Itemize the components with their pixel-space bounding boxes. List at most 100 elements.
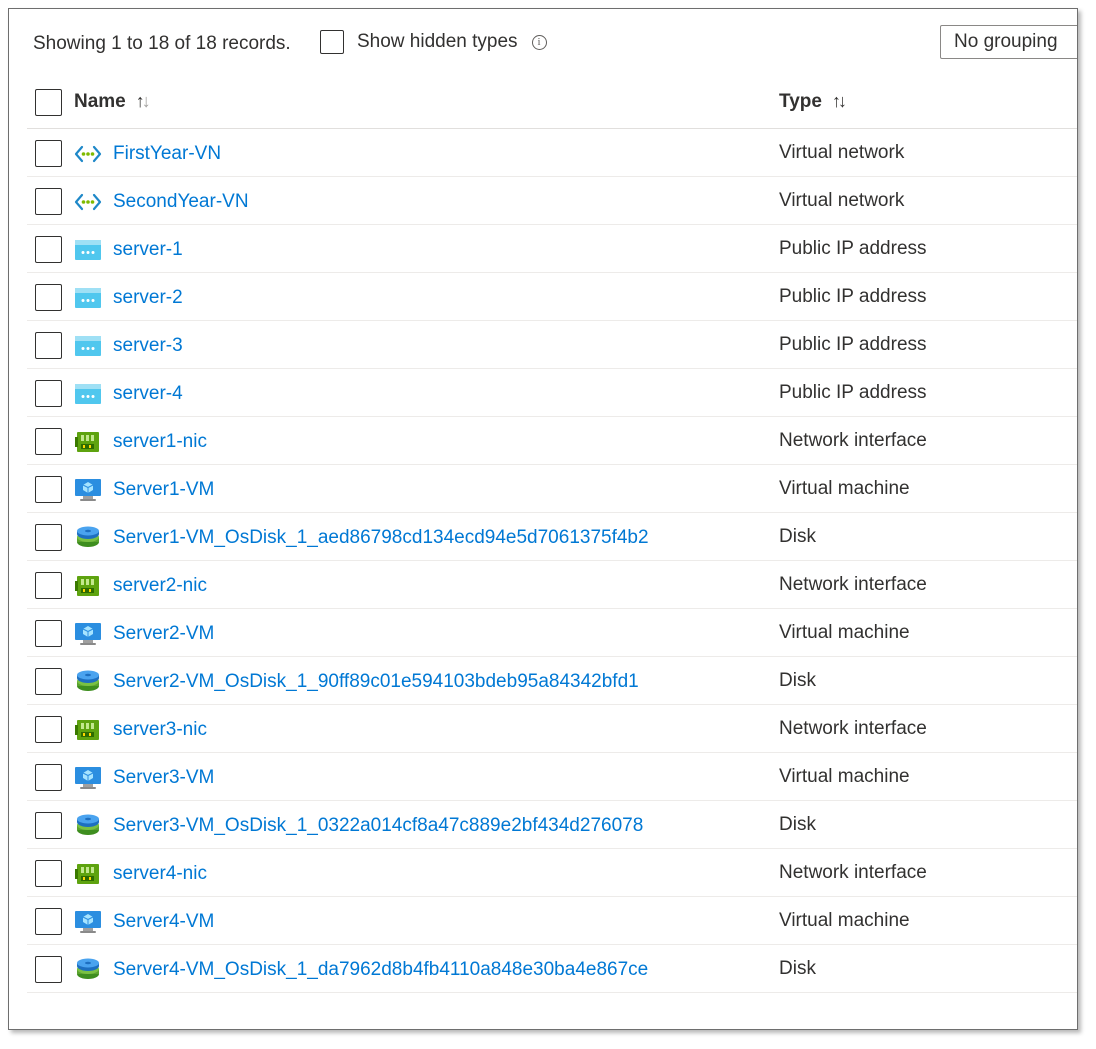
table-header: Name ↑↓ Type ↑↓ bbox=[27, 75, 1077, 129]
table-row[interactable]: server2-nic Network interface bbox=[27, 561, 1077, 609]
resource-name-link[interactable]: server-3 bbox=[113, 335, 183, 357]
table-row[interactable]: Server3-VM Virtual machine bbox=[27, 753, 1077, 801]
resource-name-link[interactable]: Server1-VM_OsDisk_1_aed86798cd134ecd94e5… bbox=[113, 527, 649, 549]
column-header-name[interactable]: Name ↑↓ bbox=[74, 91, 151, 113]
resource-type: Public IP address bbox=[779, 382, 927, 403]
column-header-name-label[interactable]: Name bbox=[74, 91, 126, 112]
row-select-checkbox[interactable] bbox=[35, 428, 62, 455]
row-select-checkbox[interactable] bbox=[35, 524, 62, 551]
resource-name-link[interactable]: Server1-VM bbox=[113, 479, 214, 501]
sort-icon[interactable]: ↑↓ bbox=[832, 91, 847, 111]
table-row[interactable]: server-3 Public IP address bbox=[27, 321, 1077, 369]
resource-type: Network interface bbox=[779, 574, 927, 595]
row-select-checkbox[interactable] bbox=[35, 476, 62, 503]
public-ip-icon bbox=[74, 237, 102, 263]
table-row[interactable]: server-4 Public IP address bbox=[27, 369, 1077, 417]
table-row[interactable]: FirstYear-VN Virtual network bbox=[27, 129, 1077, 177]
show-hidden-types-label[interactable]: Show hidden types bbox=[357, 31, 518, 53]
resource-name-link[interactable]: server1-nic bbox=[113, 431, 207, 453]
resource-type: Virtual machine bbox=[779, 622, 910, 643]
resource-name-link[interactable]: Server2-VM bbox=[113, 623, 214, 645]
column-header-type[interactable]: Type ↑↓ bbox=[779, 91, 847, 113]
sort-icon[interactable]: ↑↓ bbox=[136, 91, 151, 111]
table-row[interactable]: server4-nic Network interface bbox=[27, 849, 1077, 897]
resource-name-link[interactable]: FirstYear-VN bbox=[113, 143, 221, 165]
virtual-network-icon bbox=[74, 141, 102, 167]
row-select-checkbox[interactable] bbox=[35, 236, 62, 263]
row-select-checkbox[interactable] bbox=[35, 716, 62, 743]
table-row[interactable]: Server4-VM_OsDisk_1_da7962d8b4fb4110a848… bbox=[27, 945, 1077, 993]
select-all-checkbox[interactable] bbox=[35, 89, 62, 116]
row-select-checkbox[interactable] bbox=[35, 620, 62, 647]
table-row[interactable]: server-1 Public IP address bbox=[27, 225, 1077, 273]
resource-name-link[interactable]: Server3-VM bbox=[113, 767, 214, 789]
row-select-checkbox[interactable] bbox=[35, 572, 62, 599]
table-row[interactable]: server3-nic Network interface bbox=[27, 705, 1077, 753]
disk-icon bbox=[74, 525, 102, 551]
network-interface-icon bbox=[74, 861, 102, 887]
resource-type: Virtual machine bbox=[779, 478, 910, 499]
resource-type: Network interface bbox=[779, 862, 927, 883]
resource-name-link[interactable]: Server3-VM_OsDisk_1_0322a014cf8a47c889e2… bbox=[113, 815, 643, 837]
table-row[interactable]: server-2 Public IP address bbox=[27, 273, 1077, 321]
resource-name-link[interactable]: Server4-VM bbox=[113, 911, 214, 933]
virtual-network-icon bbox=[74, 189, 102, 215]
disk-icon bbox=[74, 957, 102, 983]
row-select-checkbox[interactable] bbox=[35, 188, 62, 215]
table-row[interactable]: Server4-VM Virtual machine bbox=[27, 897, 1077, 945]
virtual-machine-icon bbox=[74, 765, 102, 791]
resource-type: Disk bbox=[779, 814, 816, 835]
resource-type: Disk bbox=[779, 958, 816, 979]
row-select-checkbox[interactable] bbox=[35, 908, 62, 935]
table-row[interactable]: Server2-VM_OsDisk_1_90ff89c01e594103bdeb… bbox=[27, 657, 1077, 705]
public-ip-icon bbox=[74, 381, 102, 407]
info-icon[interactable]: i bbox=[531, 34, 547, 50]
disk-icon bbox=[74, 669, 102, 695]
resource-name-link[interactable]: server-4 bbox=[113, 383, 183, 405]
resource-type: Public IP address bbox=[779, 238, 927, 259]
table-row[interactable]: server1-nic Network interface bbox=[27, 417, 1077, 465]
resource-name-link[interactable]: Server2-VM_OsDisk_1_90ff89c01e594103bdeb… bbox=[113, 671, 639, 693]
show-hidden-types-checkbox[interactable] bbox=[320, 30, 344, 54]
resource-name-link[interactable]: server-2 bbox=[113, 287, 183, 309]
row-select-checkbox[interactable] bbox=[35, 380, 62, 407]
column-header-type-label[interactable]: Type bbox=[779, 91, 822, 112]
table-row[interactable]: SecondYear-VN Virtual network bbox=[27, 177, 1077, 225]
resource-table-body: FirstYear-VN Virtual network SecondYear-VN… bbox=[27, 129, 1077, 993]
resource-type: Public IP address bbox=[779, 286, 927, 307]
resource-type: Virtual machine bbox=[779, 766, 910, 787]
network-interface-icon bbox=[74, 573, 102, 599]
resource-name-link[interactable]: server3-nic bbox=[113, 719, 207, 741]
resource-name-link[interactable]: SecondYear-VN bbox=[113, 191, 249, 213]
row-select-checkbox[interactable] bbox=[35, 812, 62, 839]
network-interface-icon bbox=[74, 717, 102, 743]
table-row[interactable]: Server3-VM_OsDisk_1_0322a014cf8a47c889e2… bbox=[27, 801, 1077, 849]
public-ip-icon bbox=[74, 333, 102, 359]
virtual-machine-icon bbox=[74, 909, 102, 935]
resource-type: Virtual network bbox=[779, 190, 905, 211]
public-ip-icon bbox=[74, 285, 102, 311]
table-row[interactable]: Server1-VM Virtual machine bbox=[27, 465, 1077, 513]
row-select-checkbox[interactable] bbox=[35, 284, 62, 311]
show-hidden-types-toggle[interactable]: Show hidden types i bbox=[320, 28, 547, 56]
row-select-checkbox[interactable] bbox=[35, 332, 62, 359]
row-select-checkbox[interactable] bbox=[35, 140, 62, 167]
resource-name-link[interactable]: Server4-VM_OsDisk_1_da7962d8b4fb4110a848… bbox=[113, 959, 648, 981]
grouping-dropdown[interactable]: No grouping bbox=[940, 25, 1077, 59]
table-row[interactable]: Server2-VM Virtual machine bbox=[27, 609, 1077, 657]
resource-type: Disk bbox=[779, 670, 816, 691]
resource-name-link[interactable]: server4-nic bbox=[113, 863, 207, 885]
virtual-machine-icon bbox=[74, 477, 102, 503]
row-select-checkbox[interactable] bbox=[35, 956, 62, 983]
resource-type: Network interface bbox=[779, 430, 927, 451]
records-count-text: Showing 1 to 18 of 18 records. bbox=[33, 33, 291, 54]
resource-name-link[interactable]: server2-nic bbox=[113, 575, 207, 597]
resource-type: Public IP address bbox=[779, 334, 927, 355]
resource-name-link[interactable]: server-1 bbox=[113, 239, 183, 261]
row-select-checkbox[interactable] bbox=[35, 860, 62, 887]
resource-type: Network interface bbox=[779, 718, 927, 739]
row-select-checkbox[interactable] bbox=[35, 668, 62, 695]
row-select-checkbox[interactable] bbox=[35, 764, 62, 791]
table-row[interactable]: Server1-VM_OsDisk_1_aed86798cd134ecd94e5… bbox=[27, 513, 1077, 561]
virtual-machine-icon bbox=[74, 621, 102, 647]
